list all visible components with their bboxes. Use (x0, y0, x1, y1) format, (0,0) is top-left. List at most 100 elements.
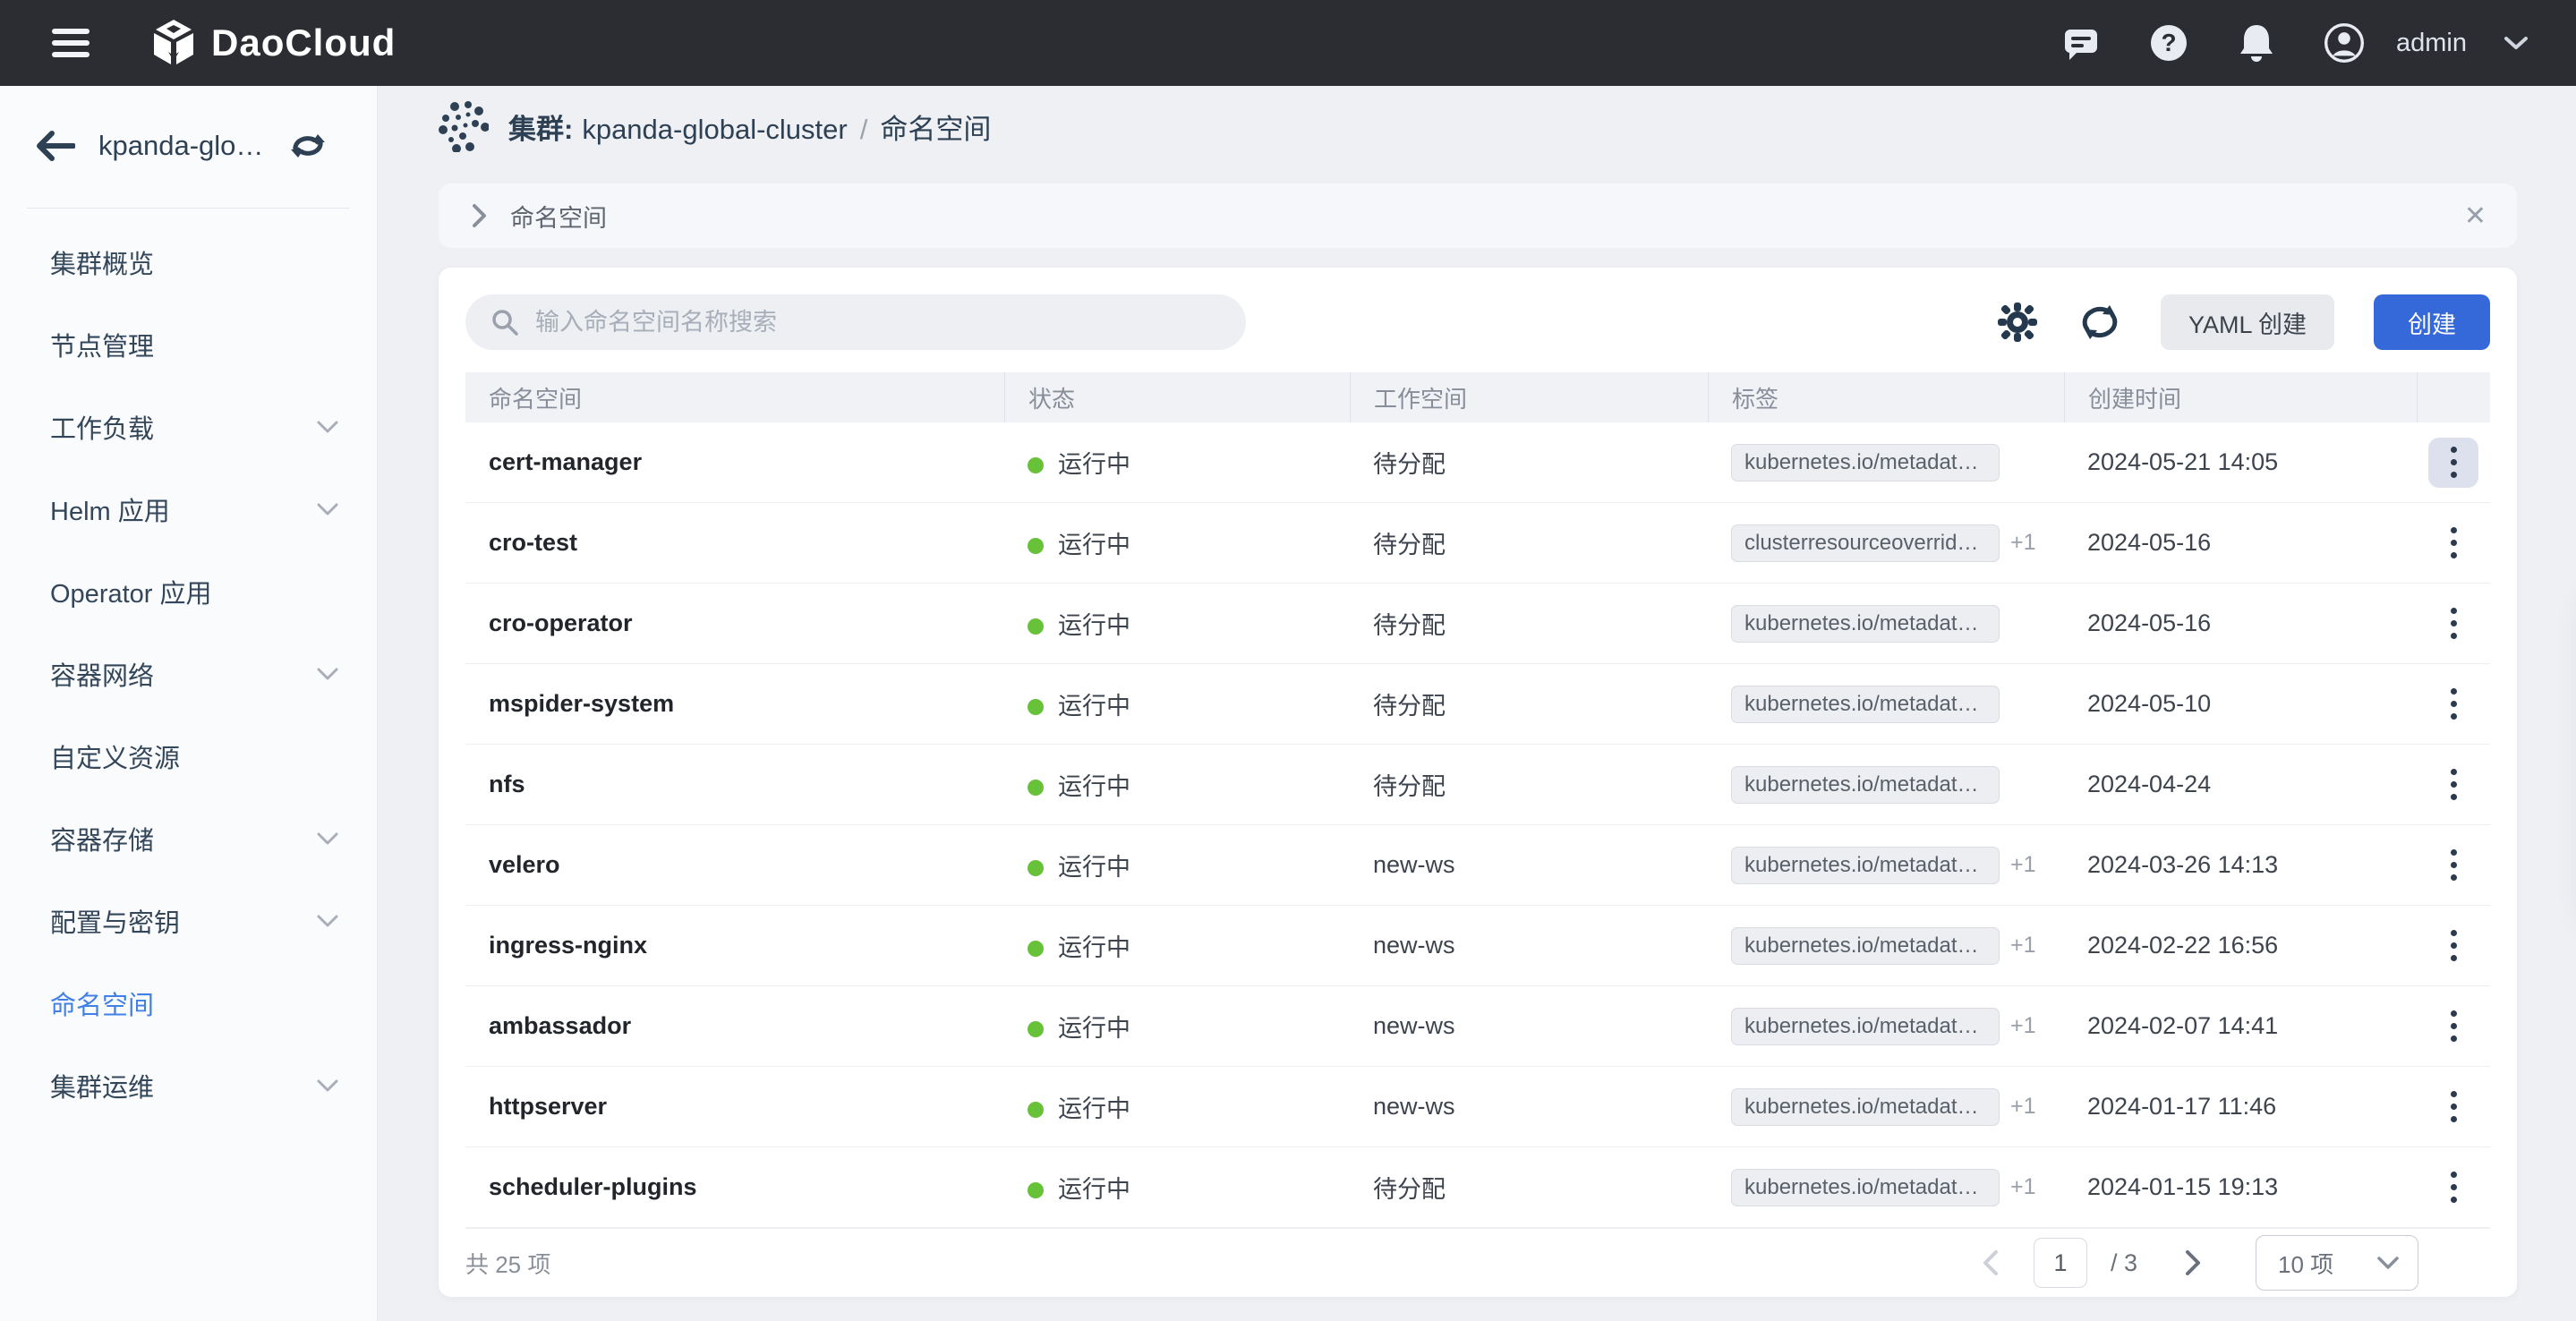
status-text: 运行中 (1058, 612, 1130, 639)
table-row[interactable]: ingress-nginx 运行中 new-ws kubernetes.io/m… (465, 906, 2490, 986)
back-arrow-icon[interactable] (36, 131, 75, 161)
search-input[interactable] (535, 309, 1221, 337)
table-row[interactable]: velero 运行中 new-ws kubernetes.io/metadata… (465, 825, 2490, 906)
label-chip: kubernetes.io/metadata.n... (1731, 1169, 2000, 1206)
status-cell: 运行中 (1004, 525, 1350, 560)
page-size-value: 10 项 (2278, 1247, 2376, 1280)
workspace-cell: 待分配 (1350, 686, 1708, 721)
namespace-name[interactable]: ambassador (465, 1012, 1004, 1040)
table-row[interactable]: cro-operator 运行中 待分配 kubernetes.io/metad… (465, 584, 2490, 664)
table-row[interactable]: nfs 运行中 待分配 kubernetes.io/metadata.nam..… (465, 745, 2490, 825)
avatar-icon[interactable] (2324, 23, 2364, 63)
label-chip: kubernetes.io/metadata.n... (1731, 1088, 2000, 1126)
status-dot-icon (1028, 860, 1044, 876)
created-cell: 2024-05-16 (2064, 609, 2417, 637)
switch-cluster-icon[interactable] (289, 129, 327, 163)
namespace-name[interactable]: velero (465, 851, 1004, 879)
row-actions-button[interactable] (2428, 840, 2478, 891)
sidebar-item-节点管理[interactable]: 节点管理 (0, 303, 377, 386)
sidebar-item-工作负载[interactable]: 工作负载 (0, 386, 377, 468)
sidebar-item-配置与密钥[interactable]: 配置与密钥 (0, 880, 377, 962)
sidebar-item-命名空间[interactable]: 命名空间 (0, 962, 377, 1044)
status-dot-icon (1028, 1182, 1044, 1198)
col-header-created: 创建时间 (2064, 372, 2417, 422)
row-actions-button[interactable] (2428, 921, 2478, 971)
status-cell: 运行中 (1004, 1170, 1350, 1205)
actions-cell (2417, 518, 2490, 568)
help-icon[interactable]: ? (2149, 23, 2188, 63)
workspace-cell: 待分配 (1350, 525, 1708, 560)
username[interactable]: admin (2396, 29, 2467, 58)
table-row[interactable]: cro-test 运行中 待分配 clusterresourceoverride… (465, 503, 2490, 584)
gear-icon[interactable] (1996, 301, 2039, 344)
sidebar-item-容器网络[interactable]: 容器网络 (0, 633, 377, 715)
row-actions-button[interactable] (2428, 1163, 2478, 1213)
table-header: 命名空间 状态 工作空间 标签 创建时间 (465, 372, 2490, 422)
status-cell: 运行中 (1004, 445, 1350, 480)
actions-cell (2417, 1082, 2490, 1132)
row-actions-button[interactable] (2428, 1001, 2478, 1052)
table-row[interactable]: mspider-system 运行中 待分配 kubernetes.io/met… (465, 664, 2490, 745)
sidebar: kpanda-global-cl... 集群概览 节点管理 工作负载 Helm … (0, 86, 378, 1321)
actions-cell (2417, 760, 2490, 810)
sidebar-item-Helm 应用[interactable]: Helm 应用 (0, 468, 377, 550)
sidebar-item-自定义资源[interactable]: 自定义资源 (0, 715, 377, 797)
page-number-input[interactable] (2034, 1238, 2087, 1288)
namespace-name[interactable]: cro-operator (465, 609, 1004, 637)
row-actions-button[interactable] (2428, 438, 2478, 488)
yaml-create-button[interactable]: YAML 创建 (2161, 294, 2334, 350)
label-chip: kubernetes.io/metadata.n... (1731, 1008, 2000, 1045)
namespace-collapse-bar[interactable]: 命名空间 ✕ (439, 183, 2517, 248)
user-menu-chevron-down-icon[interactable] (2503, 34, 2529, 52)
sidebar-item-集群运维[interactable]: 集群运维 (0, 1044, 377, 1127)
label-extra-count: +1 (2010, 1094, 2036, 1120)
breadcrumb-cluster[interactable]: kpanda-global-cluster (582, 114, 847, 145)
table-row[interactable]: httpserver 运行中 new-ws kubernetes.io/meta… (465, 1067, 2490, 1147)
namespace-name[interactable]: mspider-system (465, 690, 1004, 718)
labels-cell: kubernetes.io/metadata.n...+1 (1708, 927, 2064, 965)
labels-cell: kubernetes.io/metadata.nam... (1708, 686, 2064, 723)
page-size-select[interactable]: 10 项 (2256, 1235, 2418, 1291)
namespace-name[interactable]: cert-manager (465, 448, 1004, 476)
col-header-workspace: 工作空间 (1350, 372, 1708, 422)
sidebar-item-Operator 应用[interactable]: Operator 应用 (0, 550, 377, 633)
namespace-name[interactable]: ingress-nginx (465, 932, 1004, 959)
created-cell: 2024-02-22 16:56 (2064, 932, 2417, 959)
create-button[interactable]: 创建 (2374, 294, 2490, 350)
status-cell: 运行中 (1004, 1089, 1350, 1124)
namespace-name[interactable]: nfs (465, 771, 1004, 798)
table-row[interactable]: scheduler-plugins 运行中 待分配 kubernetes.io/… (465, 1147, 2490, 1228)
sidebar-item-容器存储[interactable]: 容器存储 (0, 797, 377, 880)
row-actions-button[interactable] (2428, 1082, 2478, 1132)
row-actions-button[interactable] (2428, 679, 2478, 729)
status-dot-icon (1028, 780, 1044, 796)
namespace-name[interactable]: scheduler-plugins (465, 1173, 1004, 1201)
namespace-name[interactable]: cro-test (465, 529, 1004, 557)
label-chip: kubernetes.io/metadata.n... (1731, 927, 2000, 965)
status-dot-icon (1028, 457, 1044, 473)
notification-bell-icon[interactable] (2237, 23, 2276, 63)
search-box[interactable] (465, 294, 1246, 350)
refresh-icon[interactable] (2078, 301, 2121, 344)
chevron-right-icon[interactable] (469, 202, 489, 229)
prev-page-icon[interactable] (1971, 1243, 2010, 1283)
message-icon[interactable] (2061, 23, 2101, 63)
workspace-cell: 待分配 (1350, 767, 1708, 802)
sidebar-item-集群概览[interactable]: 集群概览 (0, 221, 377, 303)
row-actions-button[interactable] (2428, 760, 2478, 810)
table-row[interactable]: cert-manager 运行中 待分配 kubernetes.io/metad… (465, 422, 2490, 503)
next-page-icon[interactable] (2173, 1243, 2213, 1283)
menu-toggle-icon[interactable] (47, 25, 95, 61)
workspace-cell: new-ws (1350, 1012, 1708, 1040)
row-actions-button[interactable] (2428, 599, 2478, 649)
labels-cell: kubernetes.io/metadata.nam... (1708, 605, 2064, 643)
namespace-name[interactable]: httpserver (465, 1093, 1004, 1121)
table-row[interactable]: ambassador 运行中 new-ws kubernetes.io/meta… (465, 986, 2490, 1067)
brand-name: DaoCloud (211, 21, 396, 64)
cluster-name[interactable]: kpanda-global-cl... (98, 130, 266, 162)
created-cell: 2024-03-26 14:13 (2064, 851, 2417, 879)
row-actions-button[interactable] (2428, 518, 2478, 568)
close-icon[interactable]: ✕ (2464, 200, 2486, 232)
created-cell: 2024-02-07 14:41 (2064, 1012, 2417, 1040)
search-icon (490, 308, 519, 337)
